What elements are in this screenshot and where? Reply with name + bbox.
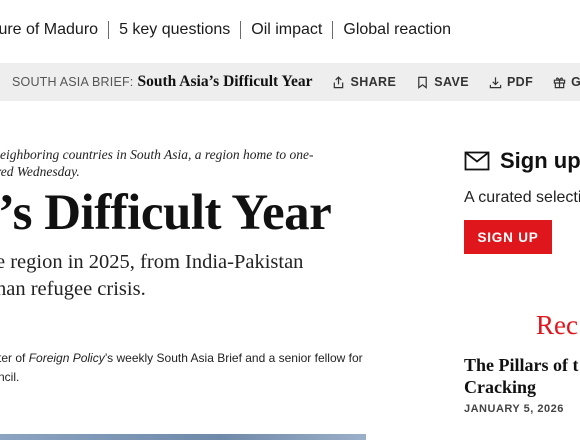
newsletter-header: Sign up [464,148,580,174]
hero-image [0,434,366,440]
share-label: SHARE [350,75,397,89]
article-toolbar: SOUTH ASIA BRIEF: South Asia’s Difficult… [0,63,580,101]
save-label: SAVE [434,75,469,89]
subhead-line: e region in 2025, from India-Pakistan [0,251,304,273]
recommended-article-link[interactable]: The Pillars of t Cracking [464,354,579,398]
gift-button[interactable]: GIFT [553,75,580,89]
download-icon [489,76,502,88]
envelope-icon [464,151,490,171]
newsletter-description: A curated selectio [464,189,580,206]
article-subhead: e region in 2025, from India-Pakistan ha… [0,249,303,303]
dek-line: eighboring countries in South Asia, a re… [0,147,314,162]
nav-link-maduro[interactable]: ture of Maduro [0,21,108,39]
pdf-label: PDF [506,75,534,89]
share-icon [334,75,344,88]
rec-title-line: Cracking [464,377,536,397]
bookmark-icon [418,76,428,89]
rec-title-line: The Pillars of t [464,355,579,375]
article-headline: ’s Difficult Year [0,185,332,241]
publication-name[interactable]: Foreign Policy [29,351,105,365]
sign-up-button[interactable]: SIGN UP [464,220,552,254]
gift-label: GIFT [571,75,580,89]
bio-line: ter of Foreign Policy’s weekly South Asi… [0,349,363,368]
gift-icon [553,76,566,88]
nav-link-oil-impact[interactable]: Oil impact [241,21,332,39]
save-button[interactable]: SAVE [416,75,469,89]
newsletter-title: Sign up [500,148,580,173]
recommended-article-date: JANUARY 5, 2026 [464,403,564,415]
topic-nav: ture of Maduro 5 key questions Oil impac… [0,0,580,60]
dek-line: red Wednesday. [0,164,80,179]
share-button[interactable]: SHARE [332,75,396,89]
bio-text: ’s weekly South Asia Brief and a senior … [104,351,363,365]
nav-link-key-questions[interactable]: 5 key questions [109,21,240,39]
bio-line: ncil. [0,370,20,384]
pdf-button[interactable]: PDF [489,75,533,89]
author-bio: ter of Foreign Policy’s weekly South Asi… [0,349,363,387]
recommended-heading: Rec [536,310,578,340]
brief-kicker: SOUTH ASIA BRIEF: [12,75,134,89]
article-dek: eighboring countries in South Asia, a re… [0,146,360,180]
nav-link-global-reaction[interactable]: Global reaction [333,21,461,39]
bio-text: ter of [0,351,29,365]
brief-title: South Asia’s Difficult Year [137,73,313,90]
subhead-line: han refugee crisis. [0,278,146,300]
